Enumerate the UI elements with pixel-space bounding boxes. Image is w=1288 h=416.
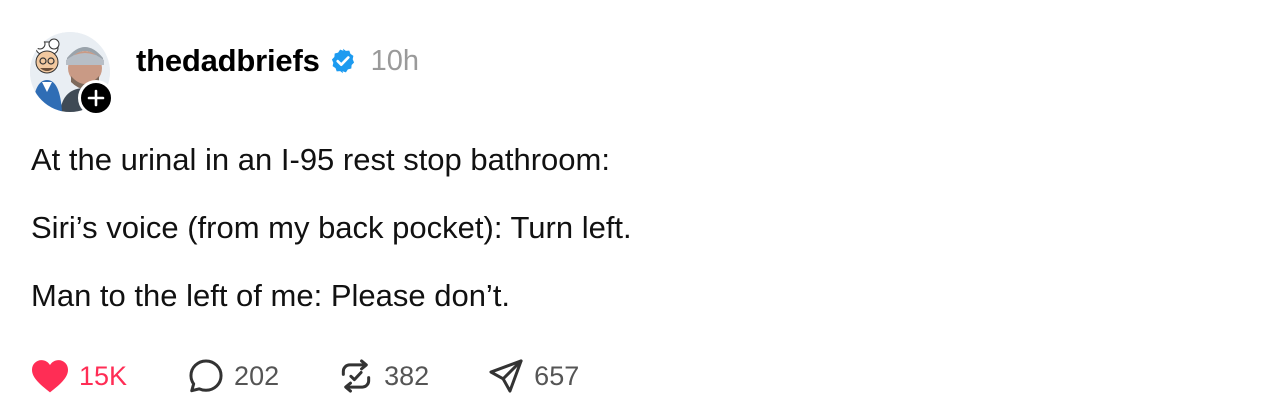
avatar-container[interactable] — [30, 32, 114, 116]
author-line: thedadbriefs 10h — [136, 43, 419, 79]
follow-button[interactable] — [78, 80, 114, 116]
like-count: 15K — [79, 360, 128, 391]
plus-icon — [87, 89, 105, 107]
post-paragraph: Man to the left of me: Please don’t. — [31, 278, 511, 313]
repost-icon — [341, 359, 371, 393]
reply-button[interactable]: 202 — [187, 357, 279, 395]
username[interactable]: thedadbriefs — [136, 43, 320, 79]
verified-badge-icon — [331, 48, 354, 74]
post-paragraph: At the urinal in an I-95 rest stop bathr… — [31, 142, 610, 177]
send-icon — [489, 359, 523, 393]
like-button[interactable]: 15K — [30, 358, 127, 394]
comment-icon — [189, 359, 223, 393]
post-paragraph: Siri’s voice (from my back pocket): Turn… — [31, 210, 632, 245]
share-count: 657 — [534, 360, 580, 391]
heart-icon — [32, 360, 68, 393]
post-timestamp: 10h — [370, 44, 420, 77]
repost-button[interactable]: 382 — [337, 357, 429, 395]
repost-count: 382 — [384, 360, 430, 391]
reply-count: 202 — [234, 360, 280, 391]
share-button[interactable]: 657 — [487, 357, 579, 395]
post-header: thedadbriefs 10h — [30, 30, 419, 116]
post-actions: 15K 202 382 657 — [30, 354, 579, 398]
post-body: At the urinal in an I-95 rest stop bathr… — [31, 140, 632, 344]
